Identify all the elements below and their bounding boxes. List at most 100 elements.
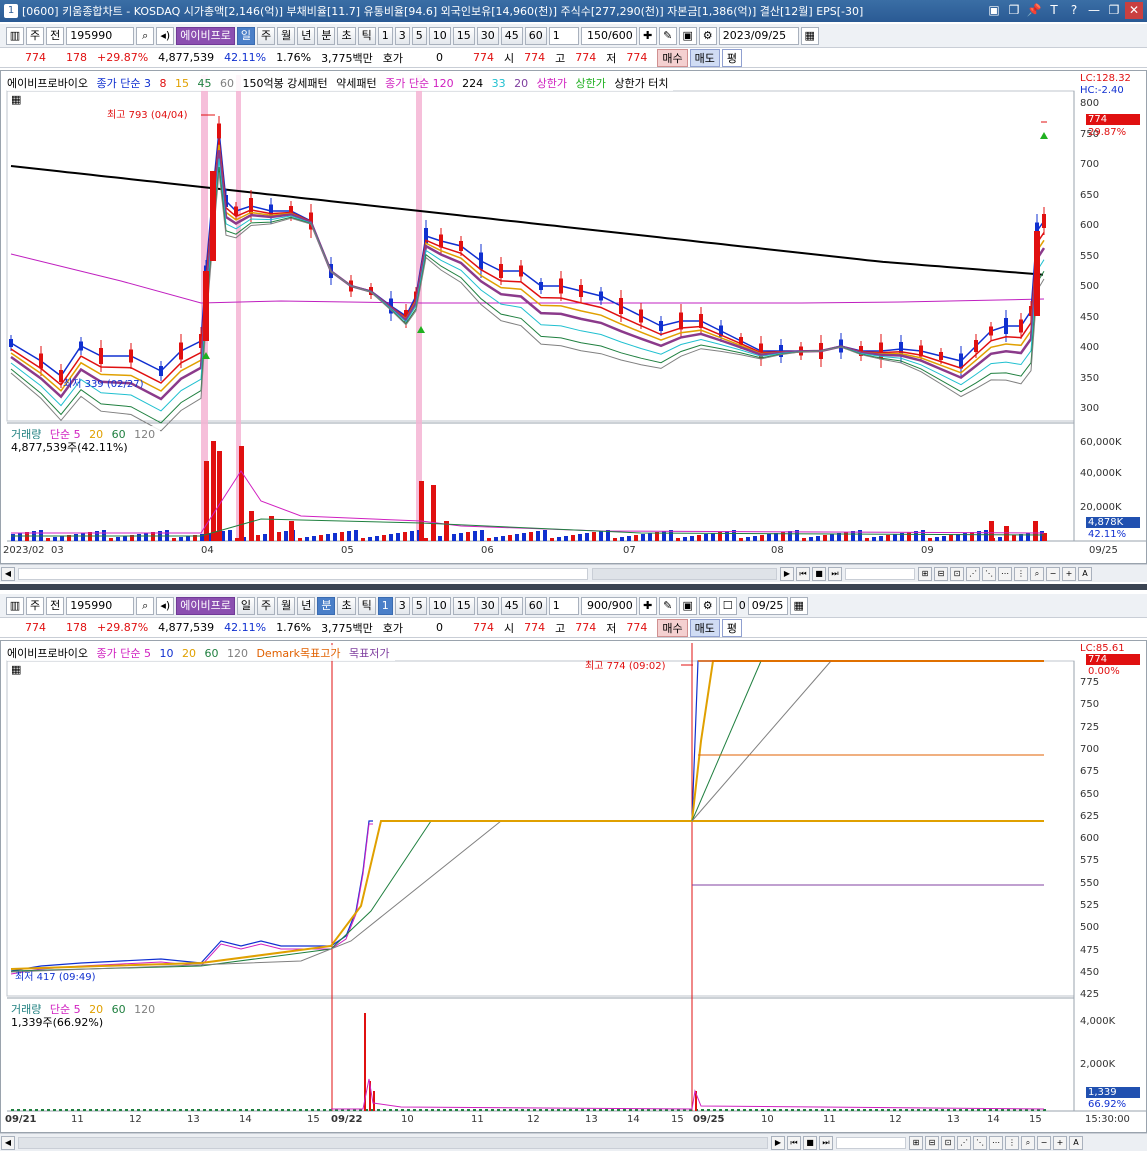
top-last-icon[interactable]: ⏭ <box>828 566 842 581</box>
bottom-num-60[interactable]: 60 <box>524 596 547 615</box>
window-minimize-button[interactable]: — <box>1085 2 1103 19</box>
top-period-second[interactable]: 초 <box>337 26 356 45</box>
top-scroll-track[interactable] <box>18 567 588 580</box>
bottom-zoom-slider[interactable] <box>836 1136 906 1149</box>
bottom-date-input[interactable]: 09/25 <box>747 596 788 615</box>
top-gear-icon[interactable]: ⚙ <box>698 26 717 45</box>
bottom-zoom-icon[interactable]: ⌕ <box>1021 1135 1035 1150</box>
top-tool5-icon[interactable]: ⋱ <box>982 566 996 581</box>
bottom-num-30[interactable]: 30 <box>476 596 499 615</box>
bottom-grid-icon[interactable]: ▦ <box>11 663 21 676</box>
top-eval-button[interactable]: 평 <box>721 48 743 67</box>
bottom-gear-icon[interactable]: ⚙ <box>698 596 717 615</box>
bottom-num-1[interactable]: 1 <box>377 596 393 615</box>
top-num-1[interactable]: 1 <box>377 26 393 45</box>
top-chart-area[interactable]: 에이비프로바이오 종가 단순 3 8 15 45 60 150억봉 강세패턴 약… <box>0 70 1147 564</box>
bottom-calendar-icon[interactable]: ▦ <box>789 596 808 615</box>
bottom-scroll-right-icon[interactable]: ▶ <box>771 1135 785 1150</box>
top-num-30[interactable]: 30 <box>476 26 499 45</box>
top-scroll-left-icon[interactable]: ◀ <box>1 566 15 581</box>
top-mode2-button[interactable]: 전 <box>46 26 65 45</box>
top-num-3[interactable]: 3 <box>394 26 410 45</box>
bottom-period-minute[interactable]: 분 <box>317 596 336 615</box>
bottom-last-icon[interactable]: ⏭ <box>819 1135 833 1150</box>
top-text-icon[interactable]: A <box>1078 566 1092 581</box>
top-num-45[interactable]: 45 <box>500 26 523 45</box>
bottom-tool3-icon[interactable]: ⊡ <box>941 1135 955 1150</box>
panel-divider[interactable] <box>0 584 1147 590</box>
window-close-button[interactable]: ✕ <box>1125 2 1143 19</box>
bottom-eval-button[interactable]: 평 <box>721 618 743 637</box>
top-chart-type-icon[interactable]: ▥ <box>6 26 24 45</box>
top-zoom-slider[interactable] <box>845 567 915 580</box>
bottom-chart-type-icon[interactable]: ▥ <box>6 596 24 615</box>
top-calendar-icon[interactable]: ▦ <box>800 26 819 45</box>
bottom-chart-area[interactable]: 에이비프로바이오 종가 단순 5 10 20 60 120 Demark목표고가… <box>0 640 1147 1133</box>
top-scroll-thumb[interactable] <box>592 567 777 580</box>
bottom-tool7-icon[interactable]: ⋮ <box>1005 1135 1019 1150</box>
bottom-period-second[interactable]: 초 <box>337 596 356 615</box>
top-tool6-icon[interactable]: ⋯ <box>998 566 1012 581</box>
bottom-period-tick[interactable]: 틱 <box>357 596 376 615</box>
top-num-5[interactable]: 5 <box>411 26 427 45</box>
top-period-year[interactable]: 년 <box>297 26 316 45</box>
bottom-scrollbar[interactable]: ◀ ▶ ⏮ ■ ⏭ ⊞ ⊟ ⊡ ⋰ ⋱ ⋯ ⋮ ⌕ − + A <box>0 1133 1147 1151</box>
bottom-num-15[interactable]: 15 <box>452 596 475 615</box>
bottom-num-select[interactable]: 1 <box>548 596 579 615</box>
top-draw-icon[interactable]: ✎ <box>658 26 677 45</box>
top-date-input[interactable]: 2023/09/25 <box>718 26 799 45</box>
bottom-scroll-thumb[interactable] <box>18 1136 768 1149</box>
bottom-num-10[interactable]: 10 <box>428 596 451 615</box>
top-plus-icon[interactable]: + <box>1062 566 1076 581</box>
window-link-icon[interactable]: ▣ <box>985 2 1003 19</box>
top-search-icon[interactable]: ⌕ <box>136 26 155 45</box>
bottom-sell-button[interactable]: 매도 <box>689 618 720 637</box>
bottom-mode2-button[interactable]: 전 <box>46 596 65 615</box>
top-period-week[interactable]: 주 <box>256 26 276 45</box>
bottom-period-month[interactable]: 월 <box>277 596 296 615</box>
bottom-scroll-left-icon[interactable]: ◀ <box>1 1135 15 1150</box>
bottom-num-3[interactable]: 3 <box>394 596 410 615</box>
top-tool2-icon[interactable]: ⊟ <box>934 566 948 581</box>
top-first-icon[interactable]: ⏮ <box>796 566 810 581</box>
top-num-60[interactable]: 60 <box>524 26 547 45</box>
bottom-code-input[interactable]: 195990 <box>66 596 135 615</box>
top-period-day[interactable]: 일 <box>236 26 255 45</box>
top-num-select[interactable]: 1 <box>548 26 579 45</box>
top-buy-button[interactable]: 매수 <box>657 48 688 67</box>
top-scrollbar[interactable]: ◀ ▶ ⏮ ■ ⏭ ⊞ ⊟ ⊡ ⋰ ⋱ ⋯ ⋮ ⌕ − + A <box>0 564 1147 582</box>
bottom-buy-button[interactable]: 매수 <box>657 618 688 637</box>
top-tool4-icon[interactable]: ⋰ <box>966 566 980 581</box>
bottom-save-icon[interactable]: ▣ <box>678 596 697 615</box>
bottom-tool4-icon[interactable]: ⋰ <box>957 1135 971 1150</box>
bottom-search-icon[interactable]: ⌕ <box>136 596 155 615</box>
bottom-stop-icon[interactable]: ■ <box>803 1135 817 1150</box>
window-restore-button[interactable]: ❐ <box>1105 2 1123 19</box>
top-save-icon[interactable]: ▣ <box>678 26 697 45</box>
bottom-period-day[interactable]: 일 <box>236 596 255 615</box>
window-text-icon[interactable]: T <box>1045 2 1063 19</box>
top-stop-icon[interactable]: ■ <box>812 566 826 581</box>
bottom-mode-select[interactable]: 주 <box>26 596 45 615</box>
top-zoom-icon[interactable]: ⌕ <box>1030 566 1044 581</box>
bottom-tool1-icon[interactable]: ⊞ <box>909 1135 923 1150</box>
top-tool7-icon[interactable]: ⋮ <box>1014 566 1028 581</box>
bottom-period-year[interactable]: 년 <box>297 596 316 615</box>
bottom-tool2-icon[interactable]: ⊟ <box>925 1135 939 1150</box>
bottom-stock-name[interactable]: 에이비프로 <box>176 596 235 615</box>
bottom-num-5[interactable]: 5 <box>411 596 427 615</box>
bottom-minus-icon[interactable]: − <box>1037 1135 1051 1150</box>
top-grid-icon[interactable]: ▦ <box>11 93 21 106</box>
top-scroll-right-icon[interactable]: ▶ <box>780 566 794 581</box>
bottom-checkbox[interactable]: ☐ <box>718 596 737 615</box>
top-num-10[interactable]: 10 <box>428 26 451 45</box>
bottom-tools-icon[interactable]: ✚ <box>638 596 657 615</box>
top-range-input[interactable]: 150/600 <box>580 26 637 45</box>
top-sell-button[interactable]: 매도 <box>689 48 720 67</box>
bottom-num-45[interactable]: 45 <box>500 596 523 615</box>
top-tools-icon[interactable]: ✚ <box>638 26 657 45</box>
bottom-first-icon[interactable]: ⏮ <box>787 1135 801 1150</box>
top-num-15[interactable]: 15 <box>452 26 475 45</box>
bottom-plus-icon[interactable]: + <box>1053 1135 1067 1150</box>
top-speaker-icon[interactable]: ◂) <box>156 26 175 45</box>
